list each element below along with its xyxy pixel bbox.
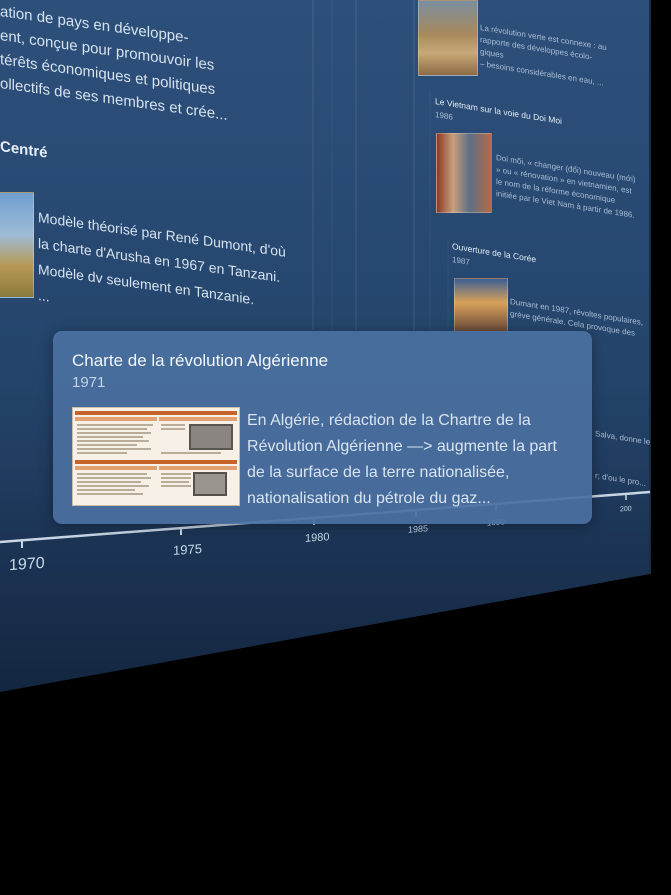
card-title: Charte de la révolution Algérienne [72, 351, 329, 370]
card-document-thumbnail[interactable] [72, 407, 240, 506]
event-thumbnail-doi-moi[interactable] [436, 133, 492, 213]
ujamaa-thumbnail[interactable] [0, 192, 34, 298]
tick-label: 200 [620, 505, 632, 514]
event-detail-card[interactable]: Charte de la révolution Algérienne 1971 [53, 331, 592, 524]
card-description: En Algérie, rédaction de la Chartre de l… [247, 412, 557, 507]
event-thumbnail-coree[interactable] [454, 278, 508, 332]
event-thumbnail-green-revolution[interactable] [418, 0, 478, 76]
document-image [73, 408, 239, 505]
card-year: 1971 [72, 374, 106, 391]
tick-label: 1980 [305, 531, 330, 545]
tick-label: 1985 [408, 523, 429, 535]
tick-label: 1970 [9, 554, 45, 575]
tick-label: 1975 [173, 540, 202, 559]
